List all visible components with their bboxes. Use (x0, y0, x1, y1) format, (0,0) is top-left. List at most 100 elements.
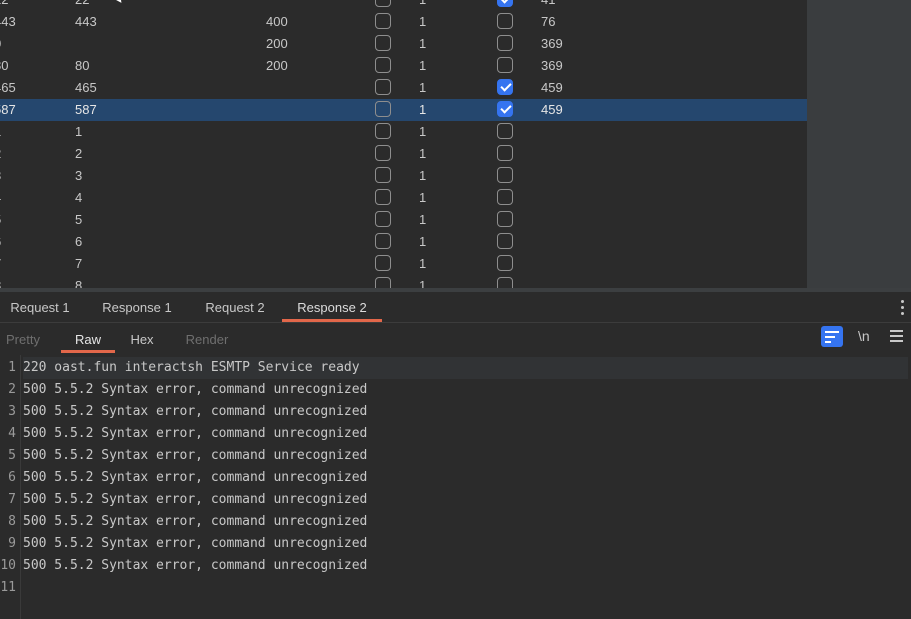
row-checkbox-1[interactable] (375, 35, 391, 51)
cell-port-2: 443 (75, 14, 97, 29)
row-checkbox-1[interactable] (375, 13, 391, 29)
cell-length: 369 (541, 58, 563, 73)
row-checkbox-2[interactable] (497, 123, 513, 139)
code-line[interactable]: 500 5.5.2 Syntax error, command unrecogn… (23, 489, 908, 511)
row-checkbox-1[interactable] (375, 79, 391, 95)
code-line[interactable]: 220 oast.fun interactsh ESMTP Service re… (23, 357, 908, 379)
view-tab-raw[interactable]: Raw (61, 323, 115, 353)
results-table: 2222141443443400176020013698080200136946… (0, 0, 807, 288)
row-checkbox-1[interactable] (375, 233, 391, 249)
table-scrollbar[interactable] (807, 0, 911, 288)
line-number: 11 (0, 580, 16, 595)
cell-count: 1 (419, 124, 427, 139)
cell-port-2: 1 (75, 124, 83, 139)
code-line[interactable]: 500 5.5.2 Syntax error, command unrecogn… (23, 467, 908, 489)
row-checkbox-2[interactable] (497, 145, 513, 161)
row-checkbox-1[interactable] (375, 123, 391, 139)
row-checkbox-1[interactable] (375, 167, 391, 183)
cell-count: 1 (419, 102, 427, 117)
view-tab-hex[interactable]: Hex (129, 323, 155, 353)
table-row[interactable]: 5 5 1 (0, 209, 807, 231)
cell-port-2: 7 (75, 256, 83, 271)
tab-response-1[interactable]: Response 1 (93, 292, 181, 322)
row-checkbox-2[interactable] (497, 211, 513, 227)
cell-count: 1 (419, 80, 427, 95)
cell-status: 400 (266, 14, 288, 29)
tab-response-2[interactable]: Response 2 (282, 292, 382, 322)
row-checkbox-2[interactable] (497, 79, 513, 95)
row-checkbox-2[interactable] (497, 0, 513, 7)
cell-port: 80 (0, 58, 9, 73)
table-row[interactable]: 1 1 1 (0, 121, 807, 143)
line-number: 2 (8, 382, 16, 397)
row-checkbox-1[interactable] (375, 101, 391, 117)
line-number: 7 (8, 492, 16, 507)
row-checkbox-1[interactable] (375, 145, 391, 161)
row-checkbox-2[interactable] (497, 189, 513, 205)
line-number-gutter: 1 2 3 4 5 6 7 8 9 10 11 (0, 355, 21, 619)
table-row[interactable]: 8 8 1 (0, 275, 807, 288)
row-checkbox-2[interactable] (497, 233, 513, 249)
row-checkbox-1[interactable] (375, 189, 391, 205)
code-line[interactable]: 500 5.5.2 Syntax error, command unrecogn… (23, 423, 908, 445)
more-options-icon[interactable] (901, 300, 905, 318)
code-line[interactable]: 500 5.5.2 Syntax error, command unrecogn… (23, 401, 908, 423)
table-row[interactable]: 3 3 1 (0, 165, 807, 187)
row-checkbox-2[interactable] (497, 13, 513, 29)
cell-count: 1 (419, 234, 427, 249)
code-line[interactable]: 500 5.5.2 Syntax error, command unrecogn… (23, 533, 908, 555)
line-number: 9 (8, 536, 16, 551)
row-checkbox-2[interactable] (497, 255, 513, 271)
code-line[interactable] (23, 577, 908, 599)
newline-toggle-button[interactable]: \n (858, 328, 870, 344)
tab-request-1[interactable]: Request 1 (0, 292, 80, 322)
code-line[interactable]: 500 5.5.2 Syntax error, command unrecogn… (23, 445, 908, 467)
row-checkbox-1[interactable] (375, 57, 391, 73)
hamburger-menu-icon[interactable] (890, 330, 903, 345)
line-number: 6 (8, 470, 16, 485)
table-row[interactable]: 465 465 1 459 (0, 77, 807, 99)
code-line[interactable]: 500 5.5.2 Syntax error, command unrecogn… (23, 555, 908, 577)
table-row[interactable]: 2 2 1 (0, 143, 807, 165)
cell-port: 465 (0, 80, 16, 95)
row-checkbox-2[interactable] (497, 57, 513, 73)
cell-port: 3 (0, 165, 1, 187)
row-checkbox-2[interactable] (497, 277, 513, 288)
row-checkbox-1[interactable] (375, 255, 391, 271)
word-wrap-icon[interactable] (821, 326, 843, 347)
row-checkbox-1[interactable] (375, 277, 391, 288)
row-checkbox-1[interactable] (375, 211, 391, 227)
row-checkbox-2[interactable] (497, 101, 513, 117)
table-row[interactable]: 587 587 1 459 (0, 99, 807, 121)
code-line[interactable]: 500 5.5.2 Syntax error, command unrecogn… (23, 379, 908, 401)
view-tab-render[interactable]: Render (183, 323, 231, 353)
cell-port-2: 2 (75, 146, 83, 161)
cell-count: 1 (419, 36, 427, 51)
cell-port: 22 (0, 0, 8, 11)
tab-request-2[interactable]: Request 2 (195, 292, 275, 322)
cell-port-2: 5 (75, 212, 83, 227)
table-row[interactable]: 7 7 1 (0, 253, 807, 275)
table-row[interactable]: 443 443 400 1 76 (0, 11, 807, 33)
cell-port-2: 4 (75, 190, 83, 205)
table-row[interactable]: 80 80 200 1 369 (0, 55, 807, 77)
table-row[interactable]: 4 4 1 (0, 187, 807, 209)
table-row[interactable]: 6 6 1 (0, 231, 807, 253)
response-editor[interactable]: 1 2 3 4 5 6 7 8 9 10 11 220 oast.fun interactsh ES… (0, 355, 911, 619)
cell-port: 587 (0, 102, 16, 117)
cell-count: 1 (419, 146, 427, 161)
row-checkbox-2[interactable] (497, 35, 513, 51)
row-checkbox-2[interactable] (497, 167, 513, 183)
line-number: 4 (8, 426, 16, 441)
cell-count: 1 (419, 14, 427, 29)
line-number: 10 (0, 558, 16, 573)
view-tab-pretty[interactable]: Pretty (0, 323, 46, 353)
cell-port: 4 (0, 187, 1, 209)
line-number: 1 (8, 360, 16, 375)
cell-count: 1 (419, 256, 427, 271)
scrollbar-thumb[interactable] (807, 0, 911, 288)
row-checkbox-1[interactable] (375, 0, 391, 7)
cell-port: 1 (0, 121, 1, 143)
code-line[interactable]: 500 5.5.2 Syntax error, command unrecogn… (23, 511, 908, 533)
table-row[interactable]: 0 200 1 369 (0, 33, 807, 55)
